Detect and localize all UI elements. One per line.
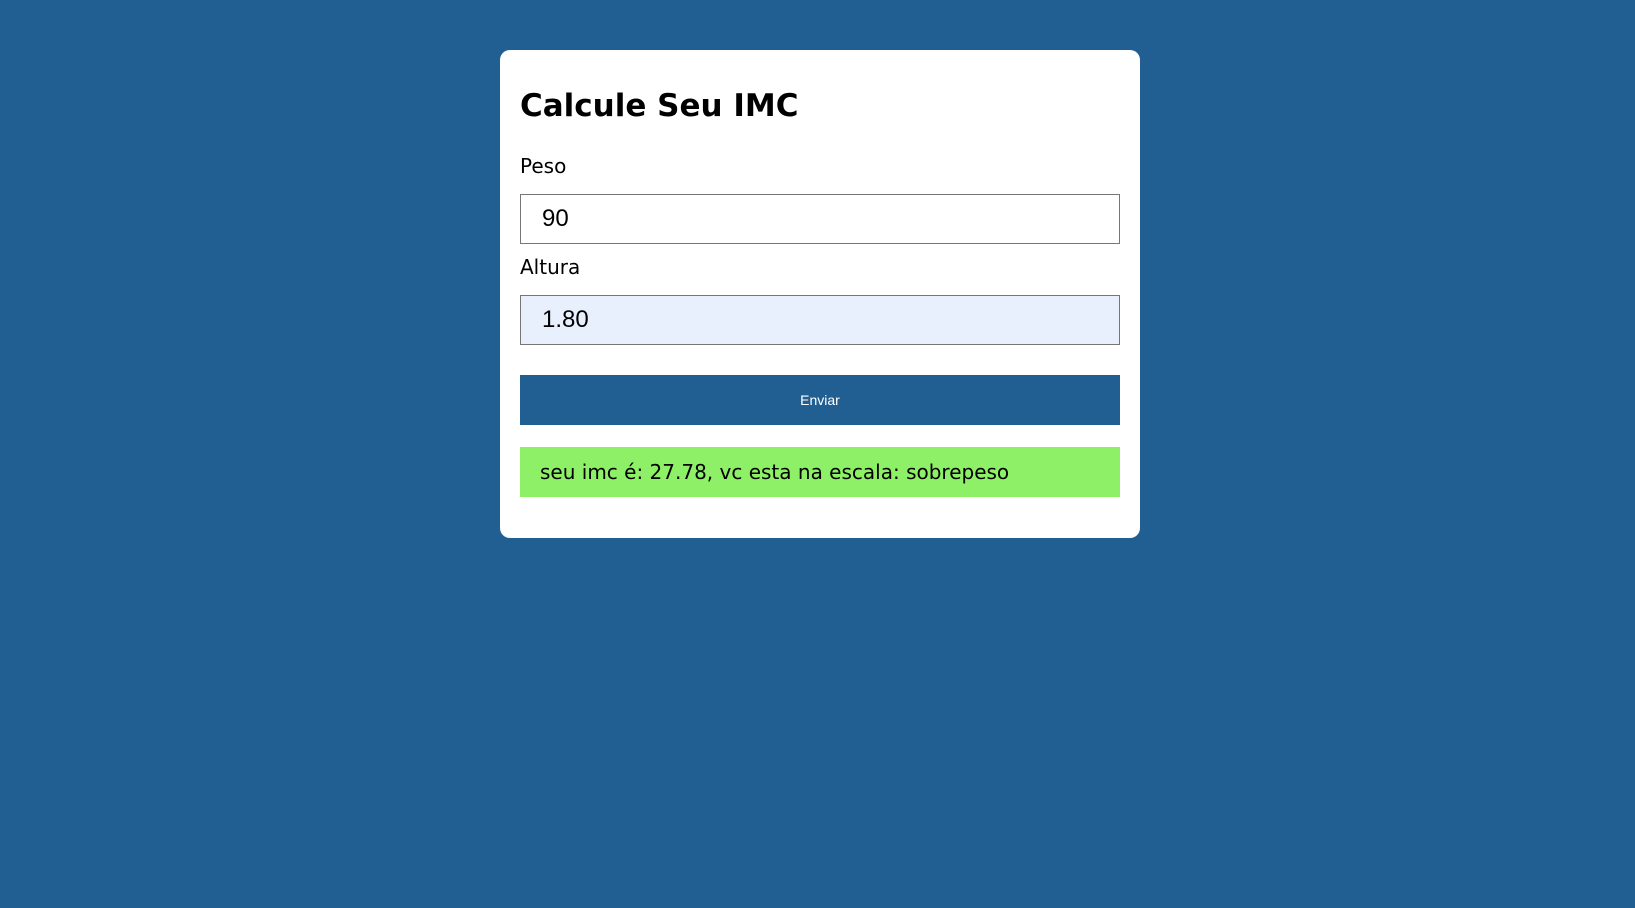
peso-label: Peso: [520, 154, 567, 178]
peso-input[interactable]: [520, 194, 1120, 244]
submit-button[interactable]: Enviar: [520, 375, 1120, 425]
imc-card: Calcule Seu IMC Peso Altura Enviar seu i…: [500, 50, 1140, 538]
page-title: Calcule Seu IMC: [520, 88, 799, 124]
altura-input[interactable]: [520, 295, 1120, 345]
result-message: seu imc é: 27.78, vc esta na escala: sob…: [520, 447, 1120, 497]
altura-label: Altura: [520, 255, 581, 279]
